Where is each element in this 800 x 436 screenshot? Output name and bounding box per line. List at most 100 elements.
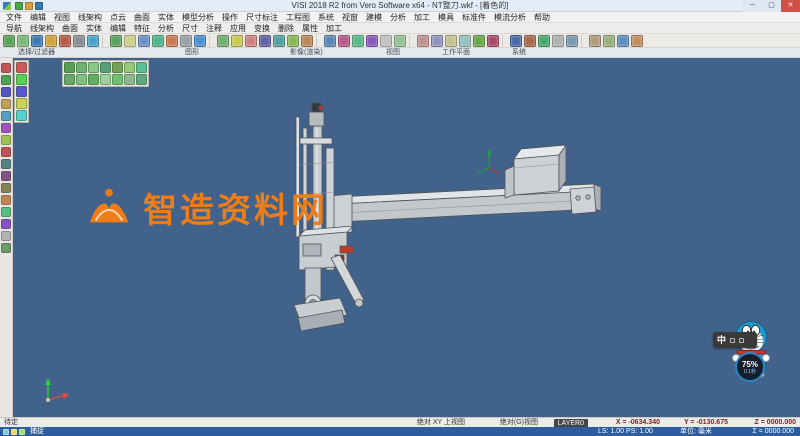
menu-item[interactable]: 删除 [274, 23, 298, 34]
toolbar-icon[interactable] [73, 35, 85, 47]
palette-icon[interactable] [16, 98, 27, 109]
menu-item[interactable]: 模型分析 [178, 12, 218, 23]
dock-tool-icon[interactable] [1, 147, 11, 157]
status-snap[interactable]: 捕捉 [30, 427, 44, 436]
toolbar-icon[interactable] [473, 35, 485, 47]
toolbar-icon[interactable] [180, 35, 192, 47]
palette-icon[interactable] [16, 110, 27, 121]
toolbar-icon[interactable] [352, 35, 364, 47]
menu-item[interactable]: 编辑 [106, 23, 130, 34]
cad-model-sprue-picker[interactable] [13, 58, 800, 417]
toolbar-icon[interactable] [273, 35, 285, 47]
menu-item[interactable]: 实体 [82, 23, 106, 34]
toolbar-icon[interactable] [31, 35, 43, 47]
maximize-button[interactable]: ▢ [762, 0, 781, 12]
menu-item[interactable]: 编辑 [26, 12, 50, 23]
menu-item[interactable]: 尺寸标注 [242, 12, 282, 23]
menu-item[interactable]: 变换 [250, 23, 274, 34]
toolbar-icon[interactable] [380, 35, 392, 47]
ime-settings-icon[interactable] [739, 338, 744, 343]
toolbar-icon[interactable] [194, 35, 206, 47]
menu-item[interactable]: 线架构 [26, 23, 58, 34]
menu-item[interactable]: 标准件 [458, 12, 490, 23]
minimize-button[interactable]: ─ [743, 0, 762, 12]
dock-tool-icon[interactable] [1, 159, 11, 169]
palette-icon[interactable] [16, 74, 27, 85]
toolbar-icon[interactable] [287, 35, 299, 47]
toolbar-icon[interactable] [231, 35, 243, 47]
toolbar-icon[interactable] [589, 35, 601, 47]
menu-item[interactable]: 建模 [362, 12, 386, 23]
menu-item[interactable]: 尺寸 [178, 23, 202, 34]
status-icon[interactable] [19, 429, 25, 435]
toolbar-icon[interactable] [301, 35, 313, 47]
menu-item[interactable]: 模具 [434, 12, 458, 23]
toolbar-icon[interactable] [259, 35, 271, 47]
status-icon[interactable] [11, 429, 17, 435]
toolbar-icon[interactable] [566, 35, 578, 47]
menu-item[interactable]: 属性 [298, 23, 322, 34]
toolbar-icon[interactable] [394, 35, 406, 47]
palette-icon[interactable] [136, 74, 147, 85]
menu-item[interactable]: 工程图 [282, 12, 314, 23]
dock-tool-icon[interactable] [1, 111, 11, 121]
toolbar-icon[interactable] [510, 35, 522, 47]
menu-item[interactable]: 视窗 [338, 12, 362, 23]
palette-icon[interactable] [136, 62, 147, 73]
menu-item[interactable]: 分析 [386, 12, 410, 23]
toolbar-icon[interactable] [152, 35, 164, 47]
menu-item[interactable]: 线架构 [74, 12, 106, 23]
menu-item[interactable]: 分析 [154, 23, 178, 34]
caption-selection-filter[interactable]: 选择/过滤器 [18, 48, 55, 58]
toolbar-icon[interactable] [445, 35, 457, 47]
caption-graphics[interactable]: 图形 [185, 48, 199, 58]
palette-icon[interactable] [76, 62, 87, 73]
toolbar-icon[interactable] [17, 35, 29, 47]
dock-tool-icon[interactable] [1, 183, 11, 193]
menu-item[interactable]: 特征 [130, 23, 154, 34]
dock-tool-icon[interactable] [1, 87, 11, 97]
palette-icon[interactable] [124, 62, 135, 73]
ime-pin-icon[interactable] [730, 338, 735, 343]
menu-item[interactable]: 模流分析 [490, 12, 530, 23]
dock-tool-icon[interactable] [1, 75, 11, 85]
palette-icon[interactable] [88, 62, 99, 73]
menu-item[interactable]: 曲面 [58, 23, 82, 34]
menu-item[interactable]: 加工 [410, 12, 434, 23]
dock-tool-icon[interactable] [1, 171, 11, 181]
caption-system[interactable]: 系统 [512, 48, 526, 58]
menu-item[interactable]: 点云 [106, 12, 130, 23]
toolbar-icon[interactable] [552, 35, 564, 47]
status-units[interactable]: 单位: 毫米 [680, 427, 712, 436]
palette-icon[interactable] [124, 74, 135, 85]
palette-icon[interactable] [100, 62, 111, 73]
toolbar-icon[interactable] [524, 35, 536, 47]
menu-item[interactable]: 曲面 [130, 12, 154, 23]
ime-language-label[interactable]: 中 [717, 332, 726, 348]
caption-shading[interactable]: 影像(渲染) [290, 48, 323, 58]
close-button[interactable]: ✕ [781, 0, 800, 12]
toolbar-icon[interactable] [45, 35, 57, 47]
palette-icon[interactable] [76, 74, 87, 85]
toolbar-icon[interactable] [538, 35, 550, 47]
menu-item[interactable]: 注释 [202, 23, 226, 34]
toolbar-icon[interactable] [3, 35, 15, 47]
menu-item[interactable]: 帮助 [530, 12, 554, 23]
dock-tool-icon[interactable] [1, 195, 11, 205]
dock-tool-icon[interactable] [1, 207, 11, 217]
dock-tool-icon[interactable] [1, 123, 11, 133]
menu-item[interactable]: 加工 [322, 23, 346, 34]
palette-icon[interactable] [88, 74, 99, 85]
dock-tool-icon[interactable] [1, 135, 11, 145]
palette-icon[interactable] [112, 74, 123, 85]
dock-tool-icon[interactable] [1, 231, 11, 241]
toolbar-icon[interactable] [417, 35, 429, 47]
toolbar-icon[interactable] [324, 35, 336, 47]
caption-views[interactable]: 视图 [386, 48, 400, 58]
toolbar-icon[interactable] [338, 35, 350, 47]
toolbar-icon[interactable] [487, 35, 499, 47]
toolbar-icon[interactable] [110, 35, 122, 47]
palette-icon[interactable] [16, 86, 27, 97]
toolbar-icon[interactable] [366, 35, 378, 47]
menu-item[interactable]: 实体 [154, 12, 178, 23]
